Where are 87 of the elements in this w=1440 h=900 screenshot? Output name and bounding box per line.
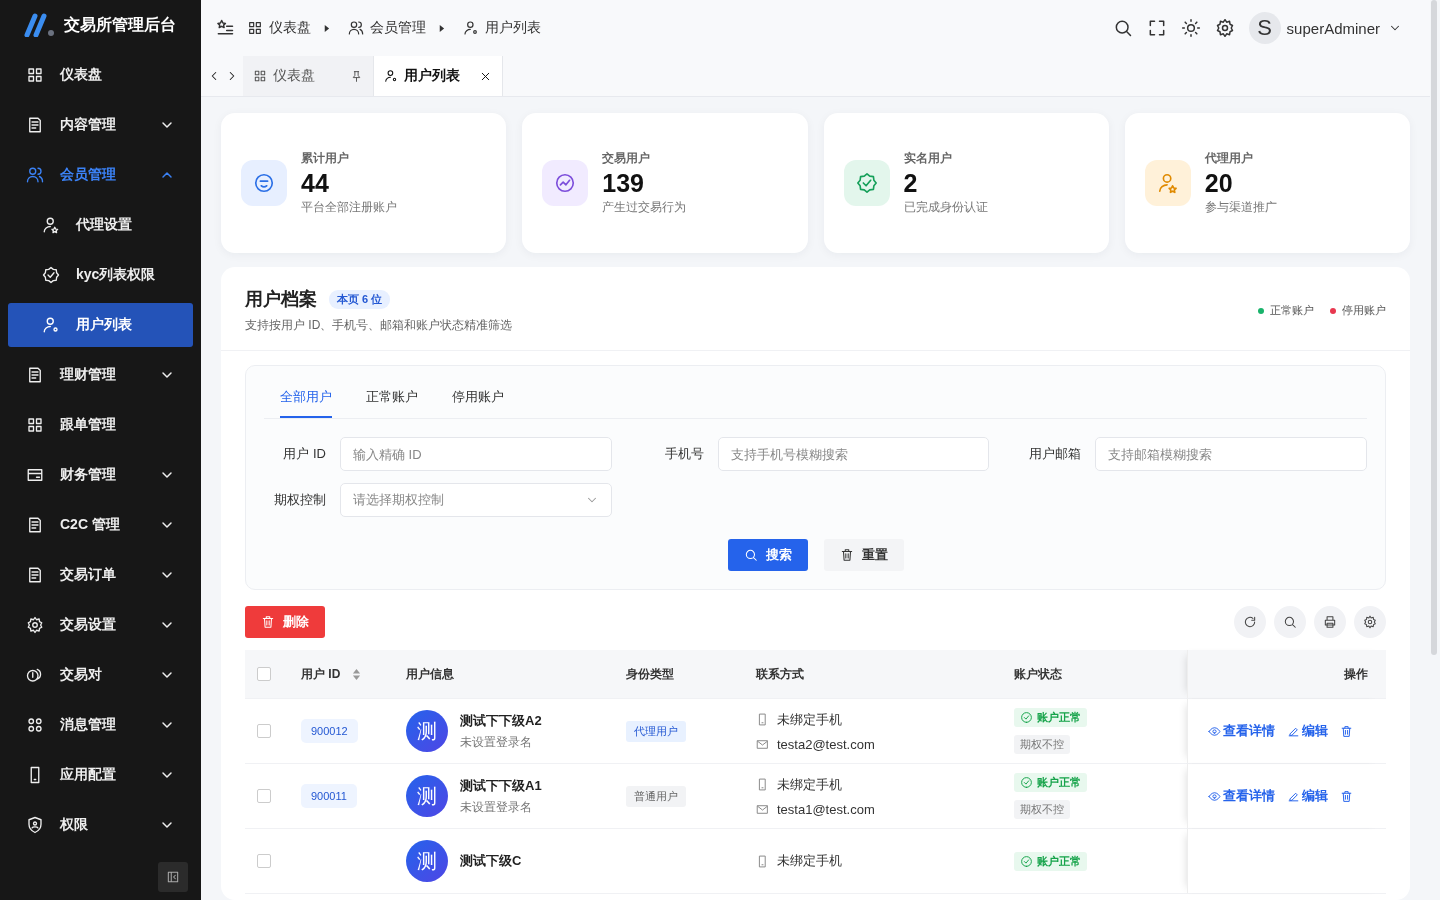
sidebar-item[interactable]: 交易设置 [8, 603, 193, 647]
action-link[interactable]: 查看详情 [1208, 722, 1275, 740]
stat-value: 2 [903, 168, 919, 199]
email-text: testa1@test.com [777, 801, 875, 817]
phone-text: 未绑定手机 [777, 775, 842, 794]
field-label: 手机号 [663, 445, 704, 463]
role-tag: 代理用户 [626, 720, 686, 742]
login-name: 未设置登录名 [460, 798, 533, 816]
sidebar-item[interactable]: kyc列表权限 [8, 253, 193, 297]
stat-note: 已完成身份认证 [903, 199, 988, 216]
input-field[interactable]: 支持邮箱模糊搜索 [1095, 437, 1367, 471]
field-label: 用户 ID [282, 445, 326, 463]
stat-value: 44 [301, 168, 330, 199]
sidebar-item[interactable]: 财务管理 [8, 453, 193, 497]
email-text: testa2@test.com [777, 736, 875, 752]
sidebar-item[interactable]: 会员管理 [8, 153, 193, 197]
action-link[interactable]: 编辑 [1287, 722, 1328, 740]
user-id-tag: 900011 [301, 784, 357, 808]
filter-tab[interactable]: 停用账户 [452, 380, 504, 418]
login-name: 未设置登录名 [460, 733, 533, 751]
input-field[interactable]: 输入精确 ID [340, 437, 612, 471]
user-name: 测试下下级A1 [460, 776, 542, 795]
sidebar-item[interactable]: 跟单管理 [8, 403, 193, 447]
status-tag: 账户正常 [1014, 851, 1087, 871]
stat-label: 累计用户 [301, 150, 350, 167]
user-name: 测试下级C [460, 852, 522, 870]
breadcrumb-link[interactable]: 会员管理 [370, 19, 426, 37]
sidebar-item[interactable]: 消息管理 [8, 703, 193, 747]
action-link[interactable]: 编辑 [1287, 787, 1328, 805]
stat-value: 20 [1204, 168, 1234, 199]
search-button[interactable]: 搜索 [727, 539, 808, 571]
delete-button[interactable]: 删除 [245, 606, 325, 638]
panel-subtitle: 支持按用户 ID、手机号、邮箱和账户状态精准筛选 [245, 317, 513, 334]
user-name: 测试下下级A2 [460, 711, 542, 730]
sidebar-item[interactable]: 交易对 [8, 653, 193, 697]
page-tab[interactable]: 用户列表 [374, 56, 503, 96]
user-name[interactable]: superAdminer [1286, 19, 1380, 37]
stat-note: 产生过交易行为 [602, 199, 687, 216]
control-tag: 期权不控 [1014, 735, 1070, 754]
breadcrumb-link[interactable]: 用户列表 [485, 19, 541, 37]
sidebar-item[interactable]: 理财管理 [8, 353, 193, 397]
sidebar-item[interactable]: 应用配置 [8, 753, 193, 797]
page-tab[interactable]: 仪表盘 [243, 56, 374, 96]
phone-text: 未绑定手机 [777, 852, 842, 870]
filter-tab[interactable]: 全部用户 [280, 380, 332, 418]
user-avatar: 测 [406, 840, 448, 882]
sidebar-item[interactable]: 权限 [8, 803, 193, 847]
user-id-tag: 900012 [301, 719, 358, 743]
field-label: 用户邮箱 [1028, 445, 1082, 463]
sidebar-item[interactable]: 用户列表 [8, 303, 193, 347]
input-field[interactable]: 支持手机号模糊搜索 [717, 437, 990, 471]
legend-label: 停用账户 [1342, 303, 1386, 318]
column-header: 联系方式 [756, 665, 804, 683]
role-tag: 普通用户 [626, 785, 686, 807]
status-tag: 账户正常 [1014, 708, 1087, 727]
stat-label: 实名用户 [903, 150, 953, 167]
sidebar-item[interactable]: 内容管理 [8, 103, 193, 147]
column-header: 账户状态 [1014, 665, 1062, 683]
status-tag: 账户正常 [1014, 773, 1087, 792]
legend-label: 正常账户 [1270, 303, 1314, 318]
panel-title: 用户档案 [245, 288, 317, 311]
stat-value: 139 [602, 168, 645, 199]
stat-label: 交易用户 [602, 150, 652, 167]
user-avatar: 测 [406, 710, 448, 752]
column-header: 用户信息 [406, 665, 454, 683]
column-header[interactable]: 用户 ID [301, 665, 341, 683]
phone-text: 未绑定手机 [777, 710, 842, 729]
action-link[interactable]: 查看详情 [1208, 787, 1275, 805]
stat-note: 参与渠道推广 [1204, 199, 1277, 216]
field-label: 期权控制 [273, 491, 326, 509]
stat-label: 代理用户 [1204, 150, 1254, 167]
sidebar-item[interactable]: 交易订单 [8, 553, 193, 597]
stat-note: 平台全部注册账户 [301, 199, 397, 216]
column-header: 身份类型 [626, 665, 674, 683]
column-header: 操作 [1344, 665, 1368, 683]
user-avatar[interactable]: S [1248, 12, 1281, 44]
app-title: 交易所管理后台 [64, 14, 176, 35]
select-field[interactable]: 请选择期权控制 [340, 483, 612, 517]
reset-button[interactable]: 重置 [823, 539, 904, 571]
user-avatar: 测 [406, 775, 448, 817]
filter-tab[interactable]: 正常账户 [366, 380, 418, 418]
sidebar-item[interactable]: 仪表盘 [8, 53, 193, 97]
count-badge: 本页 6 位 [329, 289, 391, 309]
control-tag: 期权不控 [1014, 800, 1070, 819]
sidebar-item[interactable]: C2C 管理 [8, 503, 193, 547]
sidebar-item[interactable]: 代理设置 [8, 203, 193, 247]
breadcrumb-link[interactable]: 仪表盘 [269, 19, 311, 37]
